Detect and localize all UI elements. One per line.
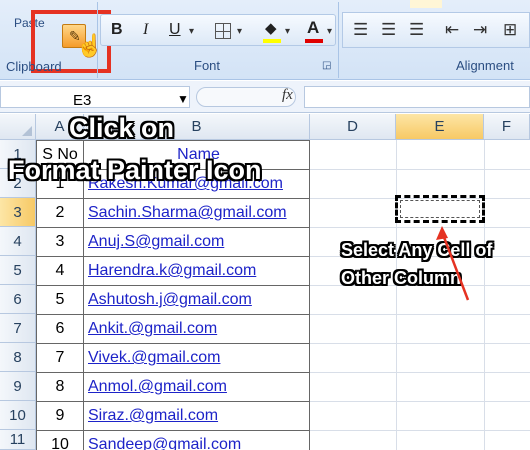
alignment-group-label: Alignment bbox=[456, 58, 514, 73]
decrease-indent-icon[interactable]: ⇤ bbox=[445, 20, 459, 40]
column-header-d[interactable]: D bbox=[310, 114, 396, 140]
table-cell[interactable]: 5 bbox=[36, 285, 84, 315]
email-link[interactable]: Vivek.@gmail.com bbox=[83, 343, 310, 373]
table-row: 7 Vivek.@gmail.com bbox=[36, 343, 310, 373]
merge-center-icon[interactable]: ⊞ bbox=[503, 20, 517, 40]
table-row: 6 Ankit.@gmail.com bbox=[36, 314, 310, 344]
email-link[interactable]: Sandeep@gmail.com bbox=[83, 430, 310, 450]
formula-input[interactable] bbox=[304, 86, 530, 108]
row-header[interactable]: 3 bbox=[0, 198, 36, 227]
name-box-dropdown-icon[interactable]: ▼ bbox=[177, 92, 189, 106]
font-dialog-launcher-icon[interactable]: ◲ bbox=[322, 60, 331, 71]
font-color-dropdown-icon[interactable]: ▾ bbox=[327, 26, 332, 37]
gridline bbox=[484, 140, 485, 450]
table-row: 9 Siraz.@gmail.com bbox=[36, 401, 310, 431]
table-cell[interactable]: 9 bbox=[36, 401, 84, 431]
table-row: 10 Sandeep@gmail.com bbox=[36, 430, 310, 450]
align-center-icon[interactable]: ☰ bbox=[381, 20, 396, 40]
name-box[interactable]: E3 ▼ bbox=[0, 86, 190, 109]
row-header[interactable]: 10 bbox=[0, 401, 36, 430]
instruction-caption-line1: Click on bbox=[69, 113, 175, 143]
fill-color-icon[interactable]: ◆ bbox=[265, 19, 277, 37]
email-link[interactable]: Anmol.@gmail.com bbox=[83, 372, 310, 402]
row-header[interactable]: 5 bbox=[0, 256, 36, 285]
email-link[interactable]: Harendra.k@gmail.com bbox=[83, 256, 310, 286]
table-row: 3 Anuj.S@gmail.com bbox=[36, 227, 310, 257]
insert-function-icon[interactable]: fx bbox=[282, 87, 293, 104]
formula-bar: E3 ▼ fx bbox=[0, 81, 530, 113]
table-cell[interactable]: 6 bbox=[36, 314, 84, 344]
orientation-button[interactable] bbox=[410, 0, 442, 8]
table-row: 4 Harendra.k@gmail.com bbox=[36, 256, 310, 286]
name-box-value: E3 bbox=[73, 92, 92, 109]
font-toolbar: B I U ▾ ▾ ◆ ▾ A ▾ bbox=[100, 14, 336, 46]
fill-color-dropdown-icon[interactable]: ▾ bbox=[285, 26, 290, 37]
row-header[interactable]: 11 bbox=[0, 430, 36, 450]
table-cell[interactable]: 7 bbox=[36, 343, 84, 373]
row-header[interactable]: 9 bbox=[0, 372, 36, 401]
row-header[interactable]: 8 bbox=[0, 343, 36, 372]
instruction-caption-line3: Select Any Cell of bbox=[341, 240, 493, 260]
row-header[interactable]: 6 bbox=[0, 285, 36, 314]
divider bbox=[97, 2, 98, 78]
formula-bar-divider bbox=[196, 87, 296, 107]
table-row: 5 Ashutosh.j@gmail.com bbox=[36, 285, 310, 315]
row-header[interactable]: 7 bbox=[0, 314, 36, 343]
select-all-button[interactable] bbox=[0, 114, 36, 140]
align-left-icon[interactable]: ☰ bbox=[353, 20, 368, 40]
email-link[interactable]: Ashutosh.j@gmail.com bbox=[83, 285, 310, 315]
clipboard-group-label: Clipboard bbox=[6, 59, 62, 74]
column-header-e[interactable]: E bbox=[396, 114, 484, 140]
gridline bbox=[396, 140, 397, 450]
borders-dropdown-icon[interactable]: ▾ bbox=[237, 26, 242, 37]
table-cell[interactable]: 8 bbox=[36, 372, 84, 402]
table-row: 8 Anmol.@gmail.com bbox=[36, 372, 310, 402]
selected-cell-e3[interactable] bbox=[395, 195, 485, 223]
table-cell[interactable]: 4 bbox=[36, 256, 84, 286]
align-right-icon[interactable]: ☰ bbox=[409, 20, 424, 40]
instruction-caption-line2: Format Painter Icon bbox=[8, 155, 262, 185]
instruction-caption-line4: Other Column bbox=[341, 268, 461, 288]
borders-icon[interactable] bbox=[215, 23, 231, 39]
font-color-swatch bbox=[305, 39, 323, 43]
email-link[interactable]: Siraz.@gmail.com bbox=[83, 401, 310, 431]
font-group-label: Font bbox=[194, 58, 221, 73]
underline-button[interactable]: U bbox=[169, 21, 181, 39]
table-cell[interactable]: 3 bbox=[36, 227, 84, 257]
data-table: S No Name 1 Rakesh.Kumar@gmail.com 2 Sachi… bbox=[36, 140, 310, 450]
email-link[interactable]: Anuj.S@gmail.com bbox=[83, 227, 310, 257]
fill-color-swatch bbox=[263, 39, 281, 43]
font-color-button[interactable]: A bbox=[307, 18, 319, 38]
italic-button[interactable]: I bbox=[143, 21, 148, 39]
ribbon: Paste ✎ ☝ Clipboard B I U ▾ ▾ ◆ ▾ A ▾ Fo… bbox=[0, 0, 530, 80]
column-header-f[interactable]: F bbox=[484, 114, 530, 140]
table-cell[interactable]: 10 bbox=[36, 430, 84, 450]
email-link[interactable]: Ankit.@gmail.com bbox=[83, 314, 310, 344]
table-cell[interactable]: 2 bbox=[36, 198, 84, 228]
table-row: 2 Sachin.Sharma@gmail.com bbox=[36, 198, 310, 228]
email-link[interactable]: Sachin.Sharma@gmail.com bbox=[83, 198, 310, 228]
divider bbox=[338, 2, 339, 78]
row-header[interactable]: 4 bbox=[0, 227, 36, 256]
increase-indent-icon[interactable]: ⇥ bbox=[473, 20, 487, 40]
underline-dropdown-icon[interactable]: ▾ bbox=[189, 26, 194, 37]
alignment-toolbar: ☰ ☰ ☰ ⇤ ⇥ ⊞ bbox=[342, 12, 530, 48]
bold-button[interactable]: B bbox=[111, 21, 123, 39]
